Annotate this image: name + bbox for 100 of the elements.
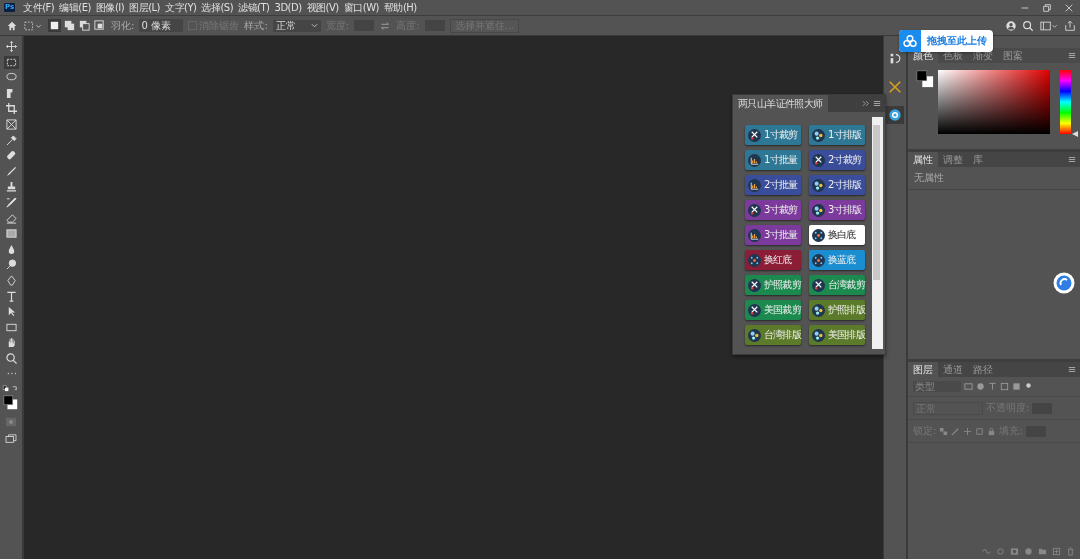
- collapse-icon[interactable]: [862, 100, 870, 107]
- plugin-action-button[interactable]: 1寸排版: [809, 125, 865, 145]
- plugin-action-button[interactable]: 护照裁剪: [745, 275, 801, 295]
- adjustment-icon[interactable]: [1024, 547, 1033, 556]
- plugin-action-button[interactable]: 1寸批量: [745, 150, 801, 170]
- panel-tab[interactable]: 图案: [998, 48, 1028, 63]
- hue-slider-thumb[interactable]: [1072, 131, 1078, 137]
- scissors-icon: [812, 278, 825, 292]
- panel-tab[interactable]: 图层: [908, 362, 938, 377]
- menu-item[interactable]: 编辑(E): [59, 1, 91, 14]
- folder-icon[interactable]: [1038, 547, 1047, 556]
- plugin-action-button[interactable]: 2寸排版: [809, 175, 865, 195]
- swap-icon[interactable]: [379, 19, 392, 32]
- frame-tool-icon[interactable]: [3, 117, 19, 131]
- adjustment-filter-icon[interactable]: [976, 382, 985, 391]
- shape-filter-icon[interactable]: [1000, 382, 1009, 391]
- move-tool-icon[interactable]: [3, 40, 19, 53]
- upload-toast[interactable]: 拖拽至此上传: [899, 30, 993, 52]
- marquee-preset-icon[interactable]: [23, 19, 43, 32]
- menu-item[interactable]: 3D(D): [274, 1, 302, 14]
- brush-lock-icon[interactable]: [951, 426, 961, 436]
- user-icon[interactable]: [1005, 19, 1017, 32]
- lock-pixels-icon[interactable]: [939, 426, 949, 436]
- menu-item[interactable]: 视图(V): [306, 1, 339, 14]
- plugin-action-button[interactable]: 换红底: [745, 250, 801, 270]
- chart-icon: [748, 228, 761, 242]
- color-field[interactable]: [938, 70, 1050, 134]
- home-icon[interactable]: [6, 19, 18, 32]
- panel-menu-icon[interactable]: [1068, 52, 1076, 59]
- crossed-tools-icon[interactable]: [886, 78, 904, 96]
- plugin-action-button[interactable]: 换蓝底: [809, 250, 865, 270]
- plugin-action-button[interactable]: 台湾排版: [745, 325, 801, 345]
- restore-icon[interactable]: [1042, 2, 1052, 13]
- plugin-panel-title[interactable]: 两只山羊证件照大师: [733, 95, 828, 112]
- menu-item[interactable]: 窗口(W): [343, 1, 379, 14]
- network-icon: [812, 228, 825, 242]
- dots-icon: [748, 328, 761, 342]
- feather-field[interactable]: 0 像素: [139, 19, 184, 32]
- network-icon: [812, 253, 825, 267]
- plugin-action-button[interactable]: 美国裁剪: [745, 300, 801, 320]
- selection-mode-icon[interactable]: [48, 19, 61, 32]
- dots-icon: [812, 178, 825, 192]
- quick-mask-icon[interactable]: [5, 417, 17, 428]
- assistant-icon[interactable]: [1053, 272, 1075, 294]
- scrollbar[interactable]: [872, 117, 883, 349]
- plugin-action-button[interactable]: 换白底: [809, 225, 865, 245]
- style-label: 样式:: [244, 18, 268, 33]
- color-swatches-icon[interactable]: [916, 70, 934, 88]
- plugin-action-button[interactable]: 2寸批量: [745, 175, 801, 195]
- plugin-action-button[interactable]: 2寸裁剪: [809, 150, 865, 170]
- eraser-tool-icon[interactable]: [3, 211, 19, 225]
- gradient-tool-icon[interactable]: [3, 227, 19, 241]
- marquee-tool-icon[interactable]: [3, 55, 19, 69]
- mask-icon[interactable]: [1010, 547, 1019, 556]
- panel-tab[interactable]: 路径: [968, 362, 998, 377]
- panel-menu-icon[interactable]: [1068, 366, 1076, 373]
- network-icon: [748, 253, 761, 267]
- plugin-action-button[interactable]: 3寸裁剪: [745, 200, 801, 220]
- default-colors-icon[interactable]: [2, 385, 20, 393]
- chart-icon: [748, 178, 761, 192]
- panel-menu-icon[interactable]: [873, 100, 881, 107]
- panel-tab[interactable]: 属性: [908, 152, 938, 167]
- panel-tab[interactable]: 通道: [938, 362, 968, 377]
- dots-icon: [812, 328, 825, 342]
- crop-tool-icon[interactable]: [3, 102, 19, 116]
- panel-tab[interactable]: 库: [968, 152, 988, 167]
- plugin-action-button[interactable]: 台湾裁剪: [809, 275, 865, 295]
- foreground-background-color-icon[interactable]: [3, 394, 19, 411]
- plugin-action-button[interactable]: 美国排版: [809, 325, 865, 345]
- chart-icon: [748, 153, 761, 167]
- selection-mode-icon[interactable]: [63, 19, 76, 32]
- lock-icon[interactable]: [987, 426, 997, 436]
- workspace-icon[interactable]: [1039, 19, 1059, 32]
- menu-item[interactable]: 文字(Y): [165, 1, 197, 14]
- close-icon[interactable]: [1064, 2, 1074, 13]
- menu-item[interactable]: 滤镜(T): [238, 1, 270, 14]
- plugin-action-button[interactable]: 3寸批量: [745, 225, 801, 245]
- plugin-icon[interactable]: [886, 106, 904, 124]
- smart-object-filter-icon[interactable]: [1012, 382, 1021, 391]
- plugin-action-button[interactable]: 护照排版: [809, 300, 865, 320]
- style-dropdown[interactable]: 正常: [272, 19, 321, 32]
- share-icon[interactable]: [1064, 19, 1076, 32]
- menu-item[interactable]: 图层(L): [129, 1, 160, 14]
- selection-mode-icon[interactable]: [78, 19, 91, 32]
- filter-toggle-icon[interactable]: [1024, 382, 1033, 391]
- type-filter-icon[interactable]: [988, 382, 997, 391]
- dots-icon: [812, 203, 825, 217]
- cloud-icon: [899, 30, 921, 52]
- menu-item[interactable]: 选择(S): [201, 1, 234, 14]
- screen-mode-icon[interactable]: [5, 433, 17, 444]
- menu-item[interactable]: 帮助(H): [383, 1, 417, 14]
- panel-menu-icon[interactable]: [1068, 156, 1076, 163]
- menu-item[interactable]: 图像(I): [95, 1, 125, 14]
- panel-tab[interactable]: 调整: [938, 152, 968, 167]
- search-icon[interactable]: [1022, 19, 1034, 32]
- plugin-action-button[interactable]: 1寸裁剪: [745, 125, 801, 145]
- selection-mode-icon[interactable]: [93, 19, 106, 32]
- zoom-tool-icon[interactable]: [3, 351, 19, 365]
- menu-item[interactable]: 文件(F): [23, 1, 55, 14]
- plugin-action-button[interactable]: 3寸排版: [809, 200, 865, 220]
